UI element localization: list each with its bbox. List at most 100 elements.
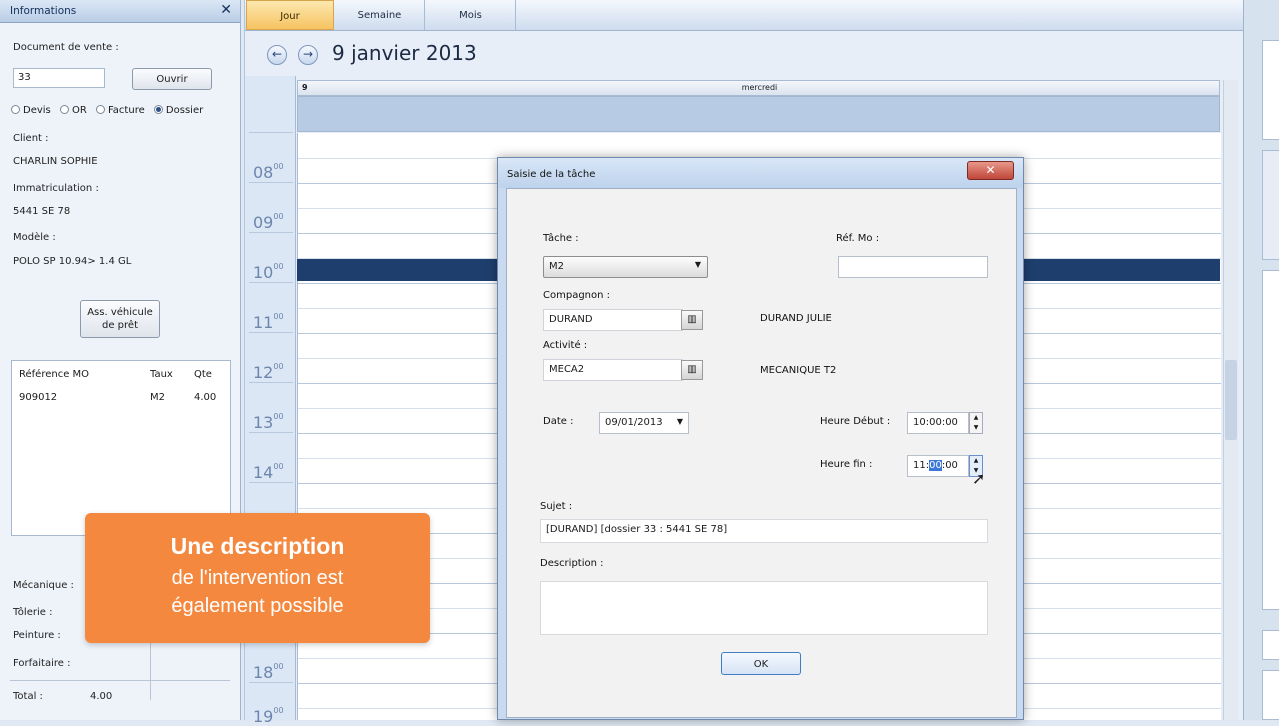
dialog-close-button[interactable]: ✕ — [967, 161, 1014, 180]
day-header[interactable]: 9 mercredi — [297, 80, 1220, 96]
sujet-label: Sujet : — [540, 501, 573, 512]
dialog-body: Tâche : M2 ▼ Réf. Mo : Compagnon : DURAN… — [506, 188, 1017, 718]
spin-up-icon[interactable]: ▲ — [970, 456, 982, 466]
table-cell: 4.00 — [194, 392, 217, 403]
compagnon-name: DURAND JULIE — [760, 313, 832, 324]
arrow-left-icon: ← — [271, 47, 283, 61]
book-icon: ▥ — [687, 314, 697, 325]
hour-line — [249, 432, 293, 433]
scrollbar-thumb[interactable] — [1225, 360, 1237, 440]
column-header[interactable]: Qte — [194, 369, 212, 380]
info-panel-header: Informations ✕ — [0, 0, 240, 23]
table-row[interactable]: 909012 M2 4.00 — [12, 385, 230, 405]
hour-line — [249, 182, 293, 183]
tache-select[interactable]: M2 ▼ — [543, 256, 708, 278]
tache-value: M2 — [549, 261, 564, 272]
info-panel-title: Informations — [10, 5, 77, 17]
dropdown-arrow-icon: ▼ — [676, 417, 683, 426]
description-textarea[interactable] — [540, 581, 988, 635]
hour-label: 1300 — [253, 412, 284, 432]
hour-line — [249, 682, 293, 683]
heure-debut-label: Heure Début : — [820, 416, 891, 427]
ref-mo-input[interactable] — [838, 256, 988, 278]
radio-dossier[interactable]: Dossier — [153, 105, 204, 116]
tab-jour[interactable]: Jour — [246, 0, 334, 30]
peinture-label: Peinture : — [13, 630, 61, 641]
activite-name: MECANIQUE T2 — [760, 365, 837, 376]
divider — [150, 640, 151, 700]
model-label: Modèle : — [13, 232, 56, 243]
all-day-area[interactable] — [297, 96, 1220, 132]
open-button[interactable]: Ouvrir — [132, 68, 212, 90]
compagnon-label: Compagnon : — [543, 290, 611, 301]
hour-label: 1000 — [253, 262, 284, 282]
radio-label: Dossier — [165, 105, 204, 116]
task-dialog: Saisie de la tâche ✕ Tâche : M2 ▼ Réf. M… — [497, 157, 1024, 720]
callout-line: de l'intervention est — [171, 567, 344, 589]
divider — [10, 680, 230, 681]
radio-label: OR — [71, 105, 87, 116]
dialog-titlebar[interactable]: Saisie de la tâche ✕ — [498, 158, 1023, 188]
activite-label: Activité : — [543, 340, 588, 351]
column-header[interactable]: Taux — [150, 369, 173, 380]
spin-down-icon[interactable]: ▼ — [970, 423, 982, 433]
close-icon[interactable]: ✕ — [220, 2, 232, 18]
date-picker[interactable]: 09/01/2013 ▼ — [599, 412, 689, 434]
compagnon-lookup-button[interactable]: ▥ — [681, 310, 703, 330]
total-value: 4.00 — [90, 691, 113, 702]
compagnon-input[interactable]: DURAND — [543, 309, 683, 331]
loan-vehicle-button[interactable]: Ass. véhicule de prêt — [80, 300, 160, 338]
side-panel-box — [1262, 40, 1279, 140]
radio-icon — [95, 105, 105, 114]
side-panel-box — [1262, 630, 1279, 660]
tutorial-callout: Une description de l'intervention est ég… — [85, 513, 430, 643]
heure-fin-input[interactable]: 11:00:00 — [907, 455, 969, 477]
radio-facture[interactable]: Facture — [95, 105, 145, 116]
total-label: Total : — [13, 691, 43, 702]
sujet-input[interactable]: [DURAND] [dossier 33 : 5441 SE 78] — [540, 519, 988, 543]
dialog-title: Saisie de la tâche — [507, 169, 596, 180]
mecanique-label: Mécanique : — [13, 580, 74, 591]
model-value: POLO SP 10.94> 1.4 GL — [13, 256, 132, 267]
hour-label: 0800 — [253, 162, 284, 182]
heure-debut-input[interactable]: 10:00:00 — [907, 412, 969, 434]
side-panel-box — [1262, 670, 1279, 720]
hour-label: 1200 — [253, 362, 284, 382]
client-label: Client : — [13, 133, 49, 144]
column-header[interactable]: Référence MO — [19, 369, 89, 380]
radio-devis[interactable]: Devis — [11, 105, 51, 116]
table-cell: 909012 — [19, 392, 58, 403]
hour-line — [249, 132, 293, 133]
hour-line — [249, 482, 293, 483]
heure-debut-spinner[interactable]: ▲ ▼ — [969, 412, 983, 434]
spin-up-icon[interactable]: ▲ — [970, 413, 982, 423]
immat-label: Immatriculation : — [13, 183, 99, 194]
date-value: 09/01/2013 — [605, 417, 663, 428]
radio-selected-icon — [153, 105, 163, 114]
callout-line: également possible — [171, 595, 344, 617]
radio-or[interactable]: OR — [59, 105, 87, 116]
activite-input[interactable]: MECA2 — [543, 359, 683, 381]
calendar-scrollbar[interactable] — [1223, 80, 1238, 720]
tache-label: Tâche : — [543, 233, 579, 244]
hour-part: 11: — [913, 460, 930, 471]
ok-button[interactable]: OK — [721, 652, 801, 675]
side-panel-box — [1262, 270, 1279, 610]
hour-label: 1900 — [253, 706, 284, 726]
tab-mois[interactable]: Mois — [426, 0, 516, 30]
callout-line: Une description — [170, 533, 345, 559]
doc-type-radios: Devis OR Facture Dossier — [11, 105, 209, 116]
next-day-button[interactable]: → — [298, 45, 318, 65]
date-label: Date : — [543, 416, 574, 427]
prev-day-button[interactable]: ← — [267, 45, 287, 65]
view-tabs: Jour Semaine Mois — [245, 0, 1243, 31]
doc-number-input[interactable]: 33 — [13, 68, 105, 88]
hour-label: 1100 — [253, 312, 284, 332]
hour-line — [249, 282, 293, 283]
activite-lookup-button[interactable]: ▥ — [681, 360, 703, 380]
dropdown-arrow-icon: ▼ — [694, 260, 701, 269]
hour-line — [249, 232, 293, 233]
tab-semaine[interactable]: Semaine — [335, 0, 425, 30]
right-side-panel — [1243, 0, 1279, 720]
loan-button-line: de prêt — [102, 320, 138, 331]
